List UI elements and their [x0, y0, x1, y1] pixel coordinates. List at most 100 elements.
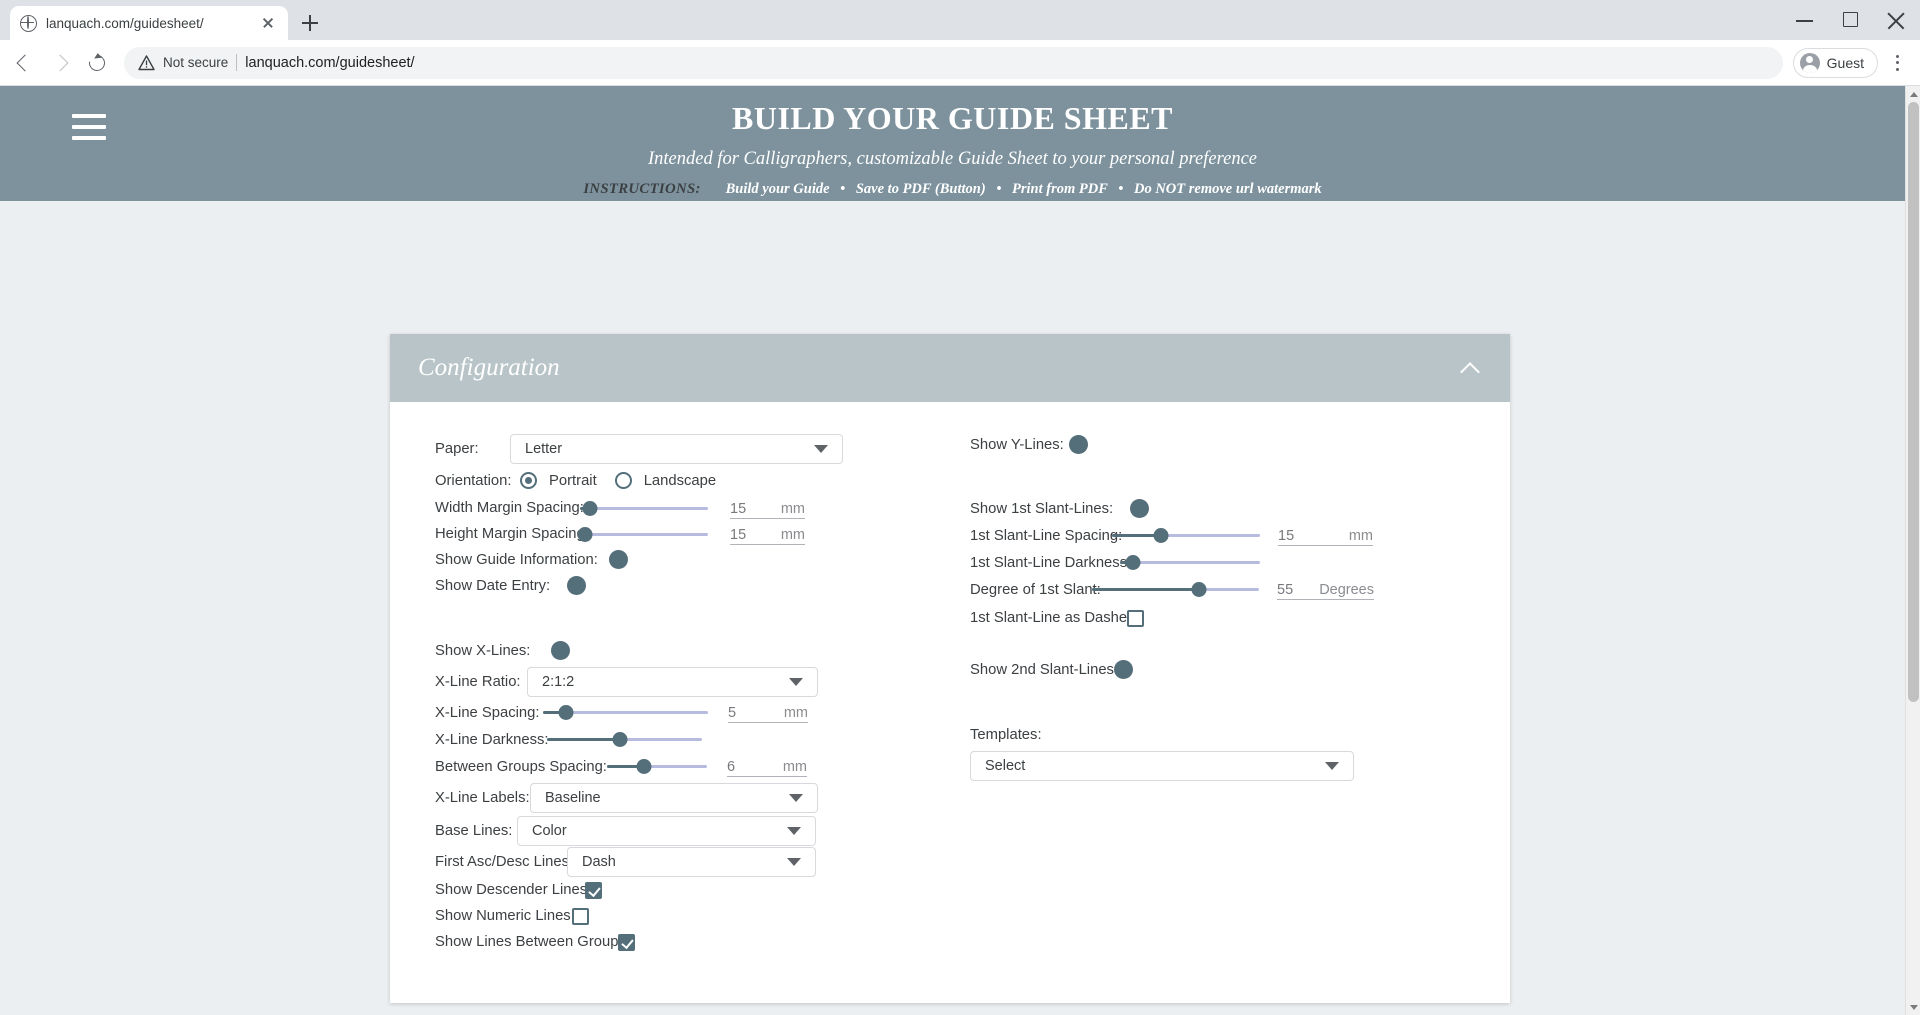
paper-select[interactable]: Letter [510, 434, 843, 464]
chevron-down-icon [789, 793, 803, 802]
orientation-option-landscape: Landscape [643, 472, 717, 489]
x-line-ratio-value: 2:1:2 [542, 674, 575, 690]
scroll-up-arrow-icon[interactable] [1906, 86, 1920, 101]
window-close-button[interactable] [1874, 0, 1920, 40]
show-lines-between-groups-row: Show Lines Between Groups: [435, 929, 930, 955]
degree-1st-slant-label: Degree of 1st Slant: [970, 581, 1101, 598]
new-tab-button[interactable] [294, 7, 326, 39]
profile-chip[interactable]: Guest [1792, 47, 1878, 78]
x-line-darkness-slider[interactable] [547, 730, 702, 750]
chevron-down-icon [787, 826, 801, 835]
base-lines-select[interactable]: Color [517, 815, 816, 846]
x-line-spacing-value-field[interactable]: 5 mm [728, 702, 808, 723]
security-status-label: Not secure [163, 55, 229, 70]
first-asc-desc-select[interactable]: Dash [567, 846, 816, 877]
height-margin-slider[interactable] [577, 524, 708, 544]
x-line-ratio-label: X-Line Ratio: [435, 674, 521, 690]
minimize-button[interactable] [1782, 0, 1828, 40]
globe-icon [20, 14, 37, 32]
between-groups-spacing-slider[interactable] [607, 757, 707, 777]
x-line-darkness-label: X-Line Darkness: [435, 731, 549, 748]
paper-value: Letter [525, 441, 563, 457]
x-line-darkness-row: X-Line Darkness: [435, 726, 930, 753]
page-header: BUILD YOUR GUIDE SHEET Intended for Call… [0, 86, 1905, 201]
maximize-button[interactable] [1828, 0, 1874, 40]
templates-select[interactable]: Select [970, 751, 1354, 781]
base-lines-label: Base Lines: [435, 822, 513, 839]
x-line-ratio-select[interactable]: 2:1:2 [527, 667, 818, 697]
slant1-spacing-unit: mm [1348, 528, 1373, 544]
show-guide-information-label: Show Guide Information: [435, 552, 598, 568]
configuration-title: Configuration [418, 354, 560, 381]
slant1-spacing-slider[interactable] [1112, 526, 1260, 546]
profile-label: Guest [1826, 54, 1864, 71]
slant1-spacing-value: 15 [1278, 528, 1295, 544]
scrollbar-thumb[interactable] [1908, 102, 1919, 702]
orientation-label: Orientation: [435, 472, 512, 489]
width-margin-slider[interactable] [580, 498, 708, 518]
checkbox-1st-slant-line-as-dashes[interactable] [1127, 609, 1144, 627]
degree-1st-slant-value-field[interactable]: 55 Degrees [1277, 579, 1374, 600]
checkbox-show-lines-between-groups[interactable] [618, 933, 635, 951]
toggle-show-y-lines[interactable] [1069, 435, 1106, 454]
configuration-card-body: Paper: Letter Orientation: Portrait Land… [390, 402, 1510, 1003]
paper-label: Paper: [435, 441, 479, 457]
degree-1st-slant-slider[interactable] [1092, 580, 1259, 600]
x-line-spacing-unit: mm [783, 705, 808, 721]
page-scrollbar[interactable] [1905, 86, 1920, 1015]
toggle-show-1st-slant-lines[interactable] [1112, 499, 1149, 518]
toggle-show-date-entry[interactable] [549, 576, 586, 595]
x-line-labels-select[interactable]: Baseline [530, 782, 818, 813]
browser-tab[interactable]: lanquach.com/guidesheet/ [10, 6, 288, 40]
slant1-spacing-row: 1st Slant-Line Spacing: 15 mm [970, 522, 1510, 549]
tab-close-icon[interactable] [258, 13, 278, 33]
toggle-show-x-lines[interactable] [533, 641, 570, 660]
instruction-step-4: Do NOT remove url watermark [1133, 181, 1322, 197]
height-margin-value-field[interactable]: 15 mm [730, 524, 805, 545]
page-subtitle: Intended for Calligraphers, customizable… [647, 149, 1258, 169]
between-groups-spacing-value-field[interactable]: 6 mm [727, 756, 807, 777]
forward-button[interactable] [44, 46, 78, 80]
configuration-card: Configuration Paper: Letter Orientation:… [390, 334, 1510, 1003]
scroll-down-arrow-icon[interactable] [1906, 1000, 1920, 1015]
between-groups-spacing-label: Between Groups Spacing: [435, 758, 607, 775]
height-margin-label: Height Margin Spacing: [435, 526, 589, 542]
checkbox-show-descender-lines[interactable] [585, 881, 602, 899]
toggle-show-guide-information[interactable] [591, 550, 628, 569]
width-margin-unit: mm [780, 500, 805, 517]
instruction-step-1: Build your Guide [725, 181, 830, 197]
show-descender-lines-label: Show Descender Lines: [435, 882, 592, 898]
between-groups-spacing-row: Between Groups Spacing: 6 mm [435, 753, 930, 780]
not-secure-warning-icon[interactable] [138, 54, 155, 71]
chevron-up-icon[interactable] [1460, 358, 1480, 378]
configuration-card-header[interactable]: Configuration [390, 334, 1510, 402]
browser-menu-button[interactable] [1882, 47, 1912, 79]
x-line-spacing-slider[interactable] [543, 703, 708, 723]
back-button[interactable] [8, 46, 42, 80]
right-settings-column: Show Y-Lines: Show 1st Slant-Lines: 1st … [930, 432, 1510, 955]
radio-landscape[interactable] [614, 472, 632, 489]
show-x-lines-row: Show X-Lines: [435, 637, 930, 665]
slant1-spacing-value-field[interactable]: 15 mm [1278, 525, 1373, 546]
show-descender-lines-row: Show Descender Lines: [435, 877, 930, 903]
menu-icon[interactable] [72, 114, 106, 140]
degree-1st-slant-unit: Degrees [1319, 582, 1374, 598]
address-bar[interactable]: Not secure lanquach.com/guidesheet/ [124, 46, 1783, 79]
show-y-lines-row: Show Y-Lines: [970, 432, 1510, 458]
tab-title: lanquach.com/guidesheet/ [46, 15, 204, 31]
reload-button[interactable] [80, 46, 114, 80]
radio-portrait[interactable] [520, 472, 537, 489]
degree-1st-slant-row: Degree of 1st Slant: 55 Degrees [970, 576, 1510, 603]
instruction-separator: • [996, 181, 1002, 197]
show-numeric-lines-row: Show Numeric Lines: [435, 903, 930, 929]
slant1-dashes-row: 1st Slant-Line as Dashes: [970, 603, 1510, 633]
checkbox-show-numeric-lines[interactable] [572, 907, 589, 925]
page-content: BUILD YOUR GUIDE SHEET Intended for Call… [0, 86, 1905, 1015]
slant1-darkness-slider[interactable] [1120, 553, 1260, 573]
width-margin-value-field[interactable]: 15 mm [730, 498, 805, 519]
templates-label: Templates: [970, 727, 1042, 743]
toggle-show-2nd-slant-lines[interactable] [1114, 660, 1151, 679]
